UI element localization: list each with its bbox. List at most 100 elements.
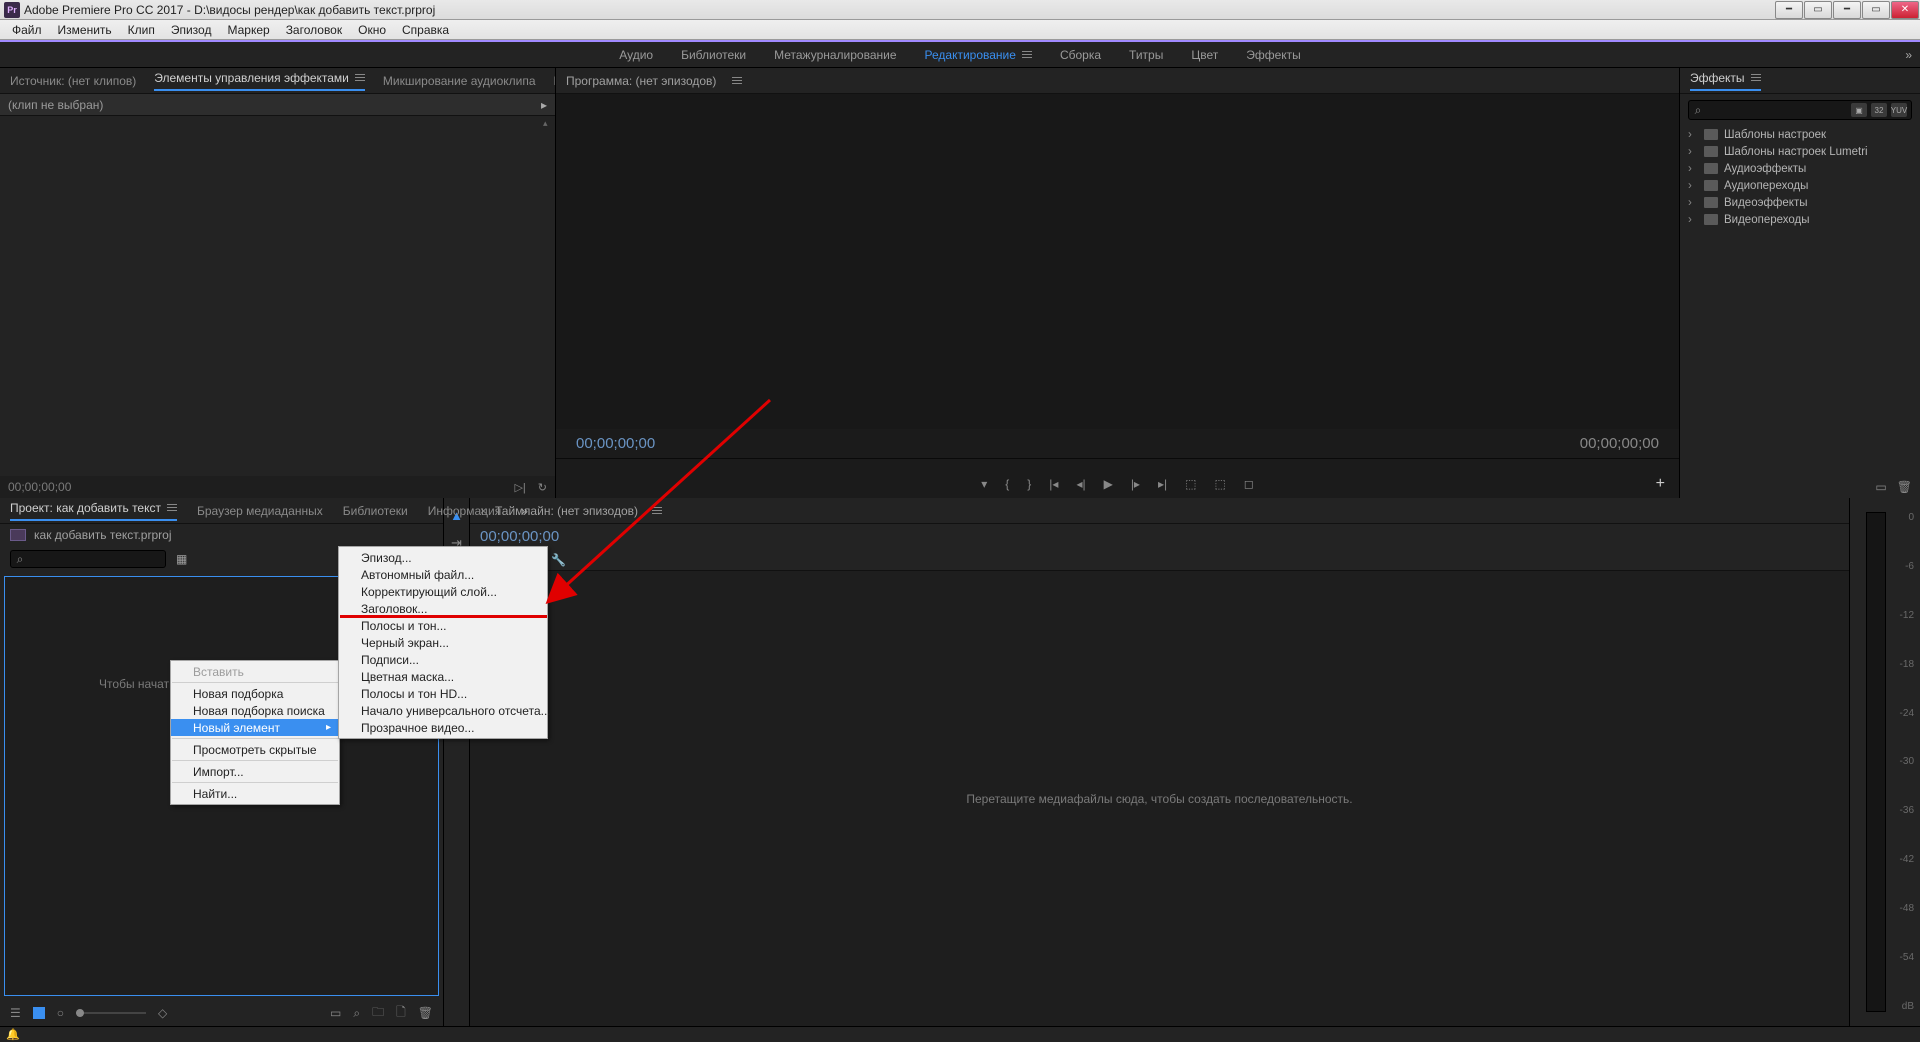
window-restore-button-1[interactable]: ▭ (1804, 1, 1832, 19)
timeline-drop-area[interactable]: Перетащите медиафайлы сюда, чтобы создат… (470, 571, 1849, 1026)
workspace-color[interactable]: Цвет (1191, 48, 1218, 62)
sub-adjust[interactable]: Корректирующий слой... (339, 583, 547, 600)
menu-episode[interactable]: Эпизод (163, 20, 220, 39)
program-scrub-bar[interactable] (556, 458, 1679, 470)
new-item-icon[interactable]: 🗋 (396, 1003, 406, 1024)
sub-barshd[interactable]: Полосы и тон HD... (339, 685, 547, 702)
list-view-icon[interactable]: ☰ (10, 1006, 21, 1020)
window-minimize-button-2[interactable]: ━ (1833, 1, 1861, 19)
effects-folder[interactable]: ›Шаблоны настроек (1688, 126, 1912, 143)
effects-folder[interactable]: ›Видеоэффекты (1688, 194, 1912, 211)
meter-tick: -30 (1900, 756, 1914, 767)
effects-folder[interactable]: ›Шаблоны настроек Lumetri (1688, 143, 1912, 160)
window-close-button[interactable]: ✕ (1891, 1, 1919, 19)
loop-icon[interactable]: ↻ (538, 481, 547, 494)
sub-bars[interactable]: Полосы и тон... (339, 617, 547, 634)
menu-window[interactable]: Окно (350, 20, 394, 39)
collapse-arrow-icon[interactable]: ▸ (541, 98, 547, 112)
freeform-view-icon[interactable]: ○ (57, 1006, 64, 1020)
tab-media-browser[interactable]: Браузер медиаданных (197, 504, 323, 518)
play-icon[interactable]: ▶ (1104, 477, 1113, 491)
workspace-audio[interactable]: Аудио (619, 48, 653, 62)
auto-sequence-icon[interactable]: ▭ (330, 1006, 341, 1020)
sub-offline[interactable]: Автономный файл... (339, 566, 547, 583)
menu-title[interactable]: Заголовок (278, 20, 350, 39)
hamburger-icon[interactable] (732, 77, 742, 85)
tab-program[interactable]: Программа: (нет эпизодов) (566, 74, 716, 88)
tab-audio-mixer[interactable]: Микширование аудиоклипа (383, 74, 536, 88)
effects-search[interactable]: ⌕ ▣ 32 YUV (1688, 100, 1912, 120)
project-search[interactable]: ⌕ (10, 550, 166, 568)
effects-folder[interactable]: ›Видеопереходы (1688, 211, 1912, 228)
menu-help[interactable]: Справка (394, 20, 457, 39)
accelerated-badge-icon[interactable]: ▣ (1851, 103, 1867, 117)
extract-icon[interactable]: ⬚ (1214, 477, 1225, 491)
ctx-new-item[interactable]: Новый элемент (171, 719, 339, 736)
project-tabs-overflow[interactable]: » (521, 504, 528, 518)
sub-countdown[interactable]: Начало универсального отсчета... (339, 702, 547, 719)
icon-view-icon[interactable] (33, 1007, 45, 1019)
mark-out-icon[interactable]: } (1027, 477, 1031, 491)
sub-transparent[interactable]: Прозрачное видео... (339, 719, 547, 736)
program-timecode-left[interactable]: 00;00;00;00 (576, 435, 655, 452)
menu-marker[interactable]: Маркер (219, 20, 277, 39)
zoom-slider[interactable] (76, 1012, 146, 1014)
workspace-metalogging[interactable]: Метажурналирование (774, 48, 896, 62)
sub-matte[interactable]: Цветная маска... (339, 668, 547, 685)
play-around-icon[interactable]: ▷| (514, 481, 525, 494)
hamburger-icon[interactable] (652, 507, 662, 515)
go-to-in-icon[interactable]: |◂ (1049, 477, 1058, 491)
timeline-timecode[interactable]: 00;00;00;00 (470, 524, 1849, 549)
yuv-badge-icon[interactable]: YUV (1891, 103, 1907, 117)
step-back-icon[interactable]: ◂| (1076, 477, 1085, 491)
mark-in-icon[interactable]: { (1005, 477, 1009, 491)
workspace-overflow-button[interactable]: » (1905, 48, 1912, 62)
workspace-libraries[interactable]: Библиотеки (681, 48, 746, 62)
timeline-settings-icon[interactable]: 🔧 (551, 553, 566, 567)
project-filter-icon[interactable]: ▦ (176, 552, 187, 566)
ctx-new-search-bin[interactable]: Новая подборка поиска (171, 702, 339, 719)
workspace-titles[interactable]: Титры (1129, 48, 1163, 62)
tab-effect-controls[interactable]: Элементы управления эффектами (154, 71, 365, 91)
lift-icon[interactable]: ⬚ (1185, 477, 1196, 491)
window-maximize-button[interactable]: ▭ (1862, 1, 1890, 19)
menu-file[interactable]: Файл (4, 20, 50, 39)
workspace-effects[interactable]: Эффекты (1246, 48, 1301, 62)
go-to-out-icon[interactable]: ▸| (1158, 477, 1167, 491)
effects-search-input[interactable] (1707, 104, 1851, 116)
ctx-find[interactable]: Найти... (171, 785, 339, 802)
tab-libraries[interactable]: Библиотеки (343, 504, 408, 518)
notification-icon[interactable]: 🔔 (6, 1028, 20, 1041)
effects-folder[interactable]: ›Аудиопереходы (1688, 177, 1912, 194)
add-marker-icon[interactable]: ▾ (981, 477, 987, 491)
button-editor-icon[interactable]: + (1656, 475, 1665, 493)
sub-captions[interactable]: Подписи... (339, 651, 547, 668)
tab-effects[interactable]: Эффекты (1690, 71, 1761, 91)
menu-clip[interactable]: Клип (120, 20, 163, 39)
workspace-editing[interactable]: Редактирование (925, 48, 1032, 62)
audio-meter-bar (1866, 512, 1886, 1012)
new-custom-bin-icon[interactable]: ▭ (1875, 480, 1886, 494)
sub-episode[interactable]: Эпизод... (339, 549, 547, 566)
program-monitor-view (556, 94, 1679, 429)
delete-icon[interactable]: 🗑 (1897, 480, 1912, 494)
step-forward-icon[interactable]: |▸ (1131, 477, 1140, 491)
scrollbar-stub[interactable] (541, 116, 555, 476)
export-frame-icon[interactable]: ◻ (1244, 477, 1254, 491)
effects-folder[interactable]: ›Аудиоэффекты (1688, 160, 1912, 177)
window-minimize-button-1[interactable]: ━ (1775, 1, 1803, 19)
sort-icon[interactable]: ◇ (158, 1006, 167, 1020)
32bit-badge-icon[interactable]: 32 (1871, 103, 1887, 117)
menu-edit[interactable]: Изменить (50, 20, 120, 39)
tab-project[interactable]: Проект: как добавить текст (10, 501, 177, 521)
ctx-import[interactable]: Импорт... (171, 763, 339, 780)
delete-item-icon[interactable]: 🗑 (418, 1006, 433, 1020)
ctx-new-bin[interactable]: Новая подборка (171, 685, 339, 702)
tab-source[interactable]: Источник: (нет клипов) (10, 74, 136, 88)
ctx-view-hidden[interactable]: Просмотреть скрытые (171, 741, 339, 758)
workspace-assembly[interactable]: Сборка (1060, 48, 1101, 62)
sub-black[interactable]: Черный экран... (339, 634, 547, 651)
new-bin-icon[interactable]: 🗀 (372, 1003, 384, 1024)
tab-info[interactable]: Информация (428, 504, 501, 518)
find-icon[interactable]: ⌕ (353, 1006, 360, 1021)
